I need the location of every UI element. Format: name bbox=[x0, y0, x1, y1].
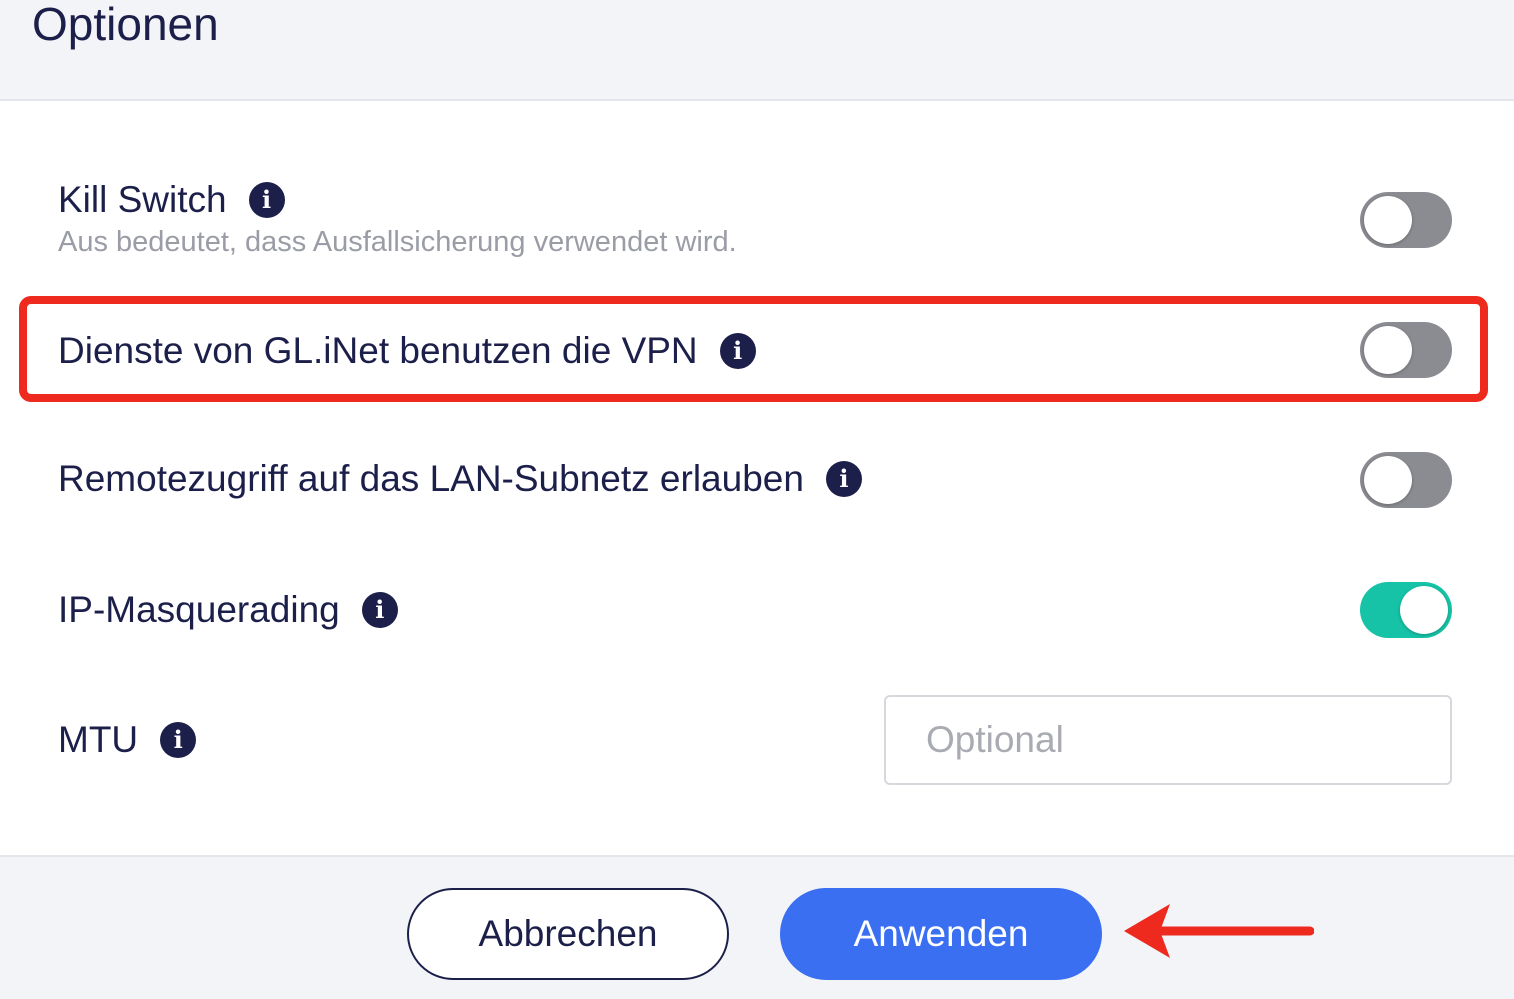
info-icon[interactable]: i bbox=[160, 722, 197, 758]
mtu-label-row: MTU i bbox=[58, 718, 197, 762]
kill-switch-description: Aus bedeutet, dass Ausfallsicherung verw… bbox=[58, 226, 737, 258]
mtu-label: MTU bbox=[58, 719, 139, 760]
cancel-button[interactable]: Abbrechen bbox=[407, 888, 729, 980]
dialog-title: Optionen bbox=[32, 0, 219, 50]
kill-switch-toggle[interactable] bbox=[1360, 192, 1452, 248]
toggle-knob bbox=[1400, 586, 1448, 634]
ip-masquerading-label-row: IP-Masquerading i bbox=[58, 588, 398, 632]
remote-lan-toggle[interactable] bbox=[1360, 452, 1452, 508]
glinet-services-label-row: Dienste von GL.iNet benutzen die VPN i bbox=[58, 329, 756, 373]
info-icon[interactable]: i bbox=[719, 333, 756, 369]
glinet-services-label: Dienste von GL.iNet benutzen die VPN bbox=[58, 330, 698, 371]
info-icon[interactable]: i bbox=[248, 182, 285, 218]
ip-masquerading-toggle[interactable] bbox=[1360, 582, 1452, 638]
remote-lan-label-row: Remotezugriff auf das LAN-Subnetz erlaub… bbox=[58, 457, 862, 501]
mtu-input[interactable] bbox=[884, 695, 1452, 785]
kill-switch-label-row: Kill Switch i bbox=[58, 178, 285, 222]
toggle-knob bbox=[1364, 326, 1412, 374]
glinet-services-toggle[interactable] bbox=[1360, 322, 1452, 378]
kill-switch-label: Kill Switch bbox=[58, 179, 227, 220]
info-icon[interactable]: i bbox=[825, 461, 862, 497]
dialog-header: Optionen bbox=[0, 0, 1514, 101]
info-icon[interactable]: i bbox=[361, 592, 398, 628]
toggle-knob bbox=[1364, 456, 1412, 504]
ip-masquerading-label: IP-Masquerading bbox=[58, 589, 340, 630]
apply-button[interactable]: Anwenden bbox=[780, 888, 1102, 980]
remote-lan-label: Remotezugriff auf das LAN-Subnetz erlaub… bbox=[58, 458, 804, 499]
toggle-knob bbox=[1364, 196, 1412, 244]
arrow-left-icon bbox=[1124, 904, 1314, 958]
